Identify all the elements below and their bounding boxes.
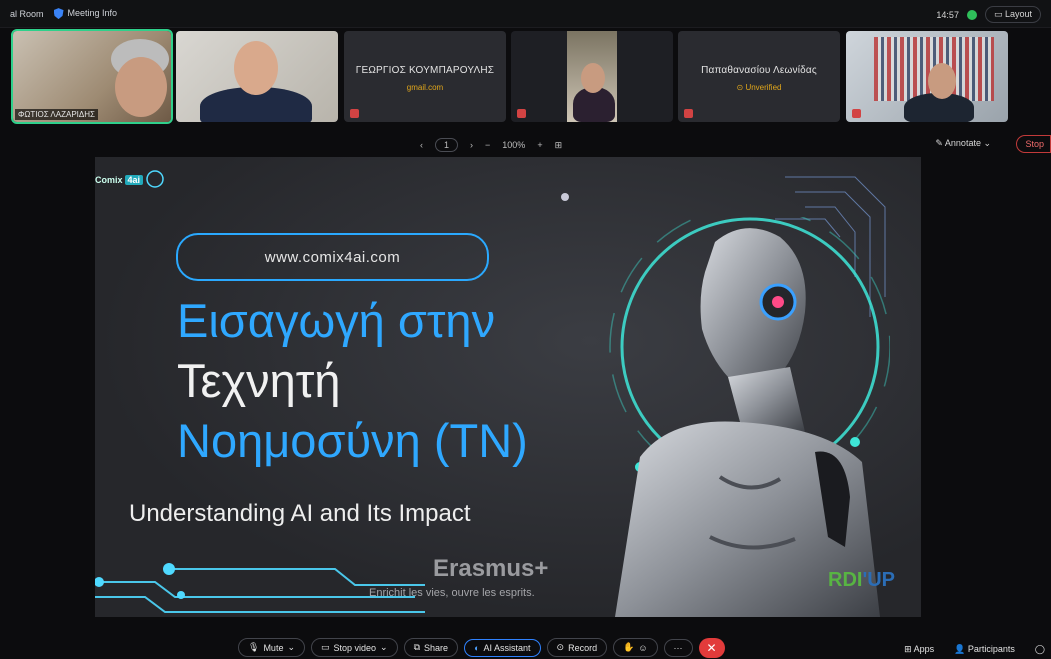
end-call-button[interactable]: ✕: [698, 637, 725, 658]
connection-status-icon: [966, 9, 977, 20]
muted-mic-icon: [350, 109, 359, 118]
participant-email: gmail.com: [406, 83, 444, 92]
slide-title-line-3: Νοημοσύνη (ΤΝ): [177, 414, 528, 467]
people-icon: 👤: [954, 644, 966, 654]
erasmus-logo-text: Erasmus+: [433, 555, 549, 582]
close-icon: ✕: [706, 640, 717, 655]
apps-icon: ⊞: [904, 644, 912, 654]
camera-icon: ▭: [321, 642, 330, 652]
participant-tile-5[interactable]: Παπαθανασίου Λεωνίδας ⊙ Unverified: [678, 31, 840, 122]
participant-face: [581, 63, 605, 93]
muted-mic-icon: [852, 109, 861, 118]
slide-title-line-1: Εισαγωγή στην: [177, 294, 496, 347]
ai-assistant-button[interactable]: ◐ AI Assistant: [464, 638, 541, 657]
microphone-icon: 🎙: [248, 642, 260, 652]
shared-slide: Comix 4ai www.comix4ai.com Εισαγωγή στην …: [95, 157, 921, 617]
participant-tile-4[interactable]: [511, 31, 673, 122]
slide-title-line-2: Τεχνητή: [177, 354, 341, 407]
layout-button[interactable]: ▭ Layout: [984, 6, 1041, 23]
slide-subtitle: Understanding AI and Its Impact: [129, 500, 471, 527]
stop-share-button[interactable]: Stop: [1016, 135, 1051, 153]
muted-mic-icon: [517, 109, 526, 118]
fit-screen-icon[interactable]: ⊞: [555, 140, 563, 151]
participant-name-tag: ΦΩΤΙΟΣ ΛΑΖΑΡΙΔΗΣ: [15, 109, 98, 120]
right-toolbar: ⊞ Apps 👤 Participants ◯: [904, 644, 1045, 655]
meeting-toolbar: 🎙 Mute ⌄ ▭ Stop video ⌄ ⧉ Share ◐ AI Assista…: [0, 636, 1051, 659]
participants-button[interactable]: 👤 Participants: [954, 644, 1015, 655]
participant-tile-6[interactable]: [846, 31, 1008, 122]
annotate-button[interactable]: ✎ Annotate ⌄: [935, 138, 991, 149]
rdiup-logo: RDI'UP: [828, 569, 895, 591]
participant-face: [115, 57, 167, 117]
participant-tile-1[interactable]: ΦΩΤΙΟΣ ΛΑΖΑΡΙΔΗΣ: [11, 29, 173, 124]
comix-logo: Comix 4ai: [95, 175, 144, 186]
participant-name: Παπαθανασίου Λεωνίδας: [701, 65, 817, 76]
clock: 14:57: [936, 9, 959, 20]
record-icon: ⊙: [556, 642, 565, 652]
participant-tile-3[interactable]: ΓΕΩΡΓΙΟΣ ΚΟΥΜΠΑΡΟΥΛΗΣ gmail.com: [344, 31, 506, 122]
meeting-topbar: al Room Meeting Info 14:57 ▭ Layout: [0, 0, 1051, 28]
participant-status: ⊙ Unverified: [736, 83, 782, 92]
robot-illustration: [609, 217, 890, 617]
emoji-icon: ☺: [638, 642, 648, 653]
hand-icon: ✋: [623, 642, 635, 652]
meeting-info-button[interactable]: Meeting Info: [53, 8, 117, 20]
next-page-icon[interactable]: ›: [470, 140, 473, 150]
stop-video-button[interactable]: ▭ Stop video ⌄: [311, 638, 398, 657]
participant-name: ΓΕΩΡΓΙΟΣ ΚΟΥΜΠΑΡΟΥΛΗΣ: [355, 65, 495, 76]
reactions-button[interactable]: ✋ ☺: [613, 638, 658, 657]
share-icon: ⧉: [413, 642, 421, 652]
apps-button[interactable]: ⊞ Apps: [904, 644, 934, 655]
more-button[interactable]: ···: [663, 638, 693, 657]
zoom-in-icon[interactable]: +: [537, 140, 542, 150]
room-label: al Room: [10, 8, 44, 19]
participant-face: [234, 41, 278, 95]
zoom-out-icon[interactable]: −: [485, 140, 490, 150]
share-button[interactable]: ⧉ Share: [403, 638, 459, 657]
erasmus-tagline: Enrichit les vies, ouvre les esprits.: [369, 587, 535, 599]
chat-icon[interactable]: ◯: [1035, 644, 1045, 655]
share-page-controls: ‹ 1 › − 100% + ⊞: [420, 138, 562, 152]
shield-icon: [53, 8, 64, 20]
participant-face: [928, 63, 956, 99]
zoom-level: 100%: [502, 140, 526, 150]
slide-url-box: www.comix4ai.com: [176, 233, 489, 281]
record-button[interactable]: ⊙ Record: [546, 638, 608, 657]
prev-page-icon[interactable]: ‹: [420, 140, 423, 150]
page-number[interactable]: 1: [435, 138, 459, 152]
ai-assistant-icon: ◐: [474, 642, 480, 653]
muted-mic-icon: [684, 109, 693, 118]
participant-tile-2[interactable]: [176, 31, 338, 122]
mute-button[interactable]: 🎙 Mute ⌄: [238, 638, 305, 657]
